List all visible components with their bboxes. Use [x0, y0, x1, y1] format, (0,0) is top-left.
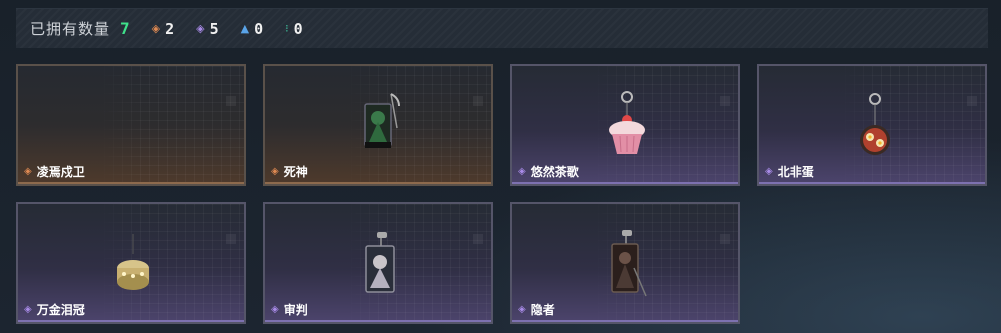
owned-label: 已拥有数量 — [30, 20, 111, 38]
item-card-7[interactable]: ◈ 隐者 — [510, 202, 740, 324]
item-label: ◈ 死神 — [271, 163, 308, 180]
blue-rarity-icon: ▲ — [240, 22, 250, 35]
item-name: 隐者 — [530, 303, 555, 317]
item-card-6[interactable]: ◈ 审判 — [263, 202, 493, 324]
owned-summary-bar: 已拥有数量 7 ◈ 2 ◈ 5 ▲ 0 ⁝ 0 — [16, 8, 988, 48]
orange-rarity-icon: ◈ — [24, 166, 32, 177]
orange-rarity-icon: ◈ — [151, 22, 161, 35]
shakshuka-pan-charm-icon — [857, 92, 893, 160]
purple-rarity-icon: ◈ — [765, 166, 773, 177]
purple-rarity-icon: ◈ — [271, 304, 279, 315]
item-label: ◈ 隐者 — [518, 301, 555, 318]
item-label: ◈ 悠然茶歌 — [518, 163, 579, 180]
item-card-5[interactable]: ◈ 万金泪冠 — [16, 202, 246, 324]
hermit-tag-icon — [608, 228, 648, 302]
item-card-1[interactable]: ◈ 凌焉戍卫 — [16, 64, 246, 186]
purple-rarity-icon: ◈ — [518, 166, 526, 177]
purple-count: ◈ 5 — [196, 19, 219, 38]
orange-count: ◈ 2 — [151, 19, 175, 38]
item-card-3[interactable]: ◈ 悠然茶歌 — [510, 64, 740, 186]
golden-crown-charm-icon — [110, 234, 156, 302]
item-card-2[interactable]: ◈ 死神 — [263, 64, 493, 186]
blue-count: ▲ 0 — [240, 19, 264, 38]
item-name: 凌焉戍卫 — [36, 165, 85, 179]
item-label: ◈ 审判 — [271, 301, 308, 318]
orange-rarity-icon: ◈ — [271, 166, 279, 177]
item-label: ◈ 北非蛋 — [765, 163, 814, 180]
purple-rarity-icon: ◈ — [24, 304, 32, 315]
green-count: ⁝ 0 — [285, 19, 303, 38]
item-name: 北非蛋 — [777, 165, 814, 179]
item-name: 万金泪冠 — [36, 303, 85, 317]
item-label: ◈ 万金泪冠 — [24, 301, 85, 318]
cupcake-charm-icon — [604, 90, 650, 162]
judgment-tag-icon — [363, 230, 399, 300]
green-rarity-icon: ⁝ — [285, 22, 289, 35]
item-name: 悠然茶歌 — [530, 165, 579, 179]
item-label: ◈ 凌焉戍卫 — [24, 163, 85, 180]
item-name: 审判 — [283, 303, 308, 317]
item-card-4[interactable]: ◈ 北非蛋 — [757, 64, 987, 186]
purple-rarity-icon: ◈ — [518, 304, 526, 315]
item-name: 死神 — [283, 165, 308, 179]
reaper-tag-icon — [361, 92, 401, 160]
owned-count: 7 — [120, 19, 130, 38]
purple-rarity-icon: ◈ — [196, 22, 205, 35]
